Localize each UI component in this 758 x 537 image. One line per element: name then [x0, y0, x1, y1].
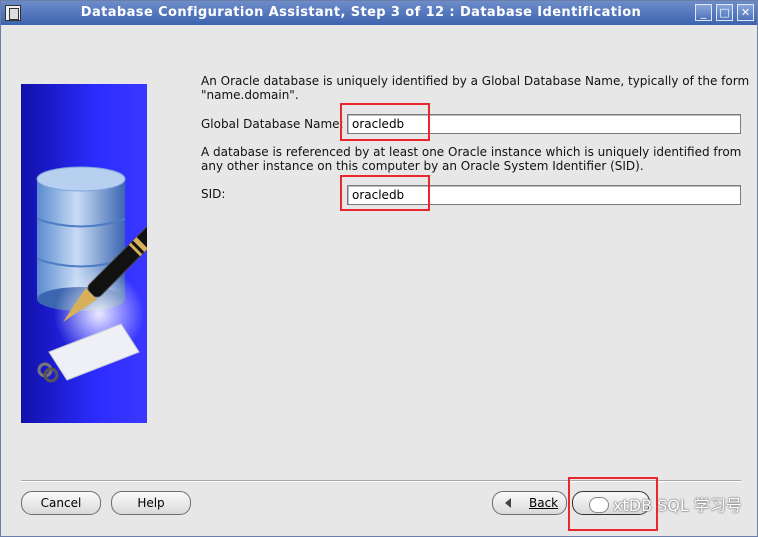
back-button-label: Back: [529, 496, 559, 510]
back-button[interactable]: Back: [492, 491, 567, 515]
sid-description-line-2: any other instance on this computer by a…: [201, 159, 644, 173]
maximize-button[interactable]: □: [716, 4, 733, 21]
minimize-button[interactable]: _: [695, 4, 712, 21]
sid-description-line-1: A database is referenced by at least one…: [201, 145, 742, 159]
dbca-window: Database Configuration Assistant, Step 3…: [0, 0, 758, 537]
highlight-box-sid: [340, 175, 430, 211]
description-line-1: An Oracle database is uniquely identifie…: [201, 74, 750, 88]
sid-label: SID:: [201, 187, 226, 201]
help-button[interactable]: Help: [111, 491, 191, 515]
database-illustration: [21, 84, 147, 423]
cancel-button[interactable]: Cancel: [21, 491, 101, 515]
global-db-name-label: Global Database Name:: [201, 117, 344, 131]
highlight-box-next: [568, 477, 658, 531]
description-line-2: "name.domain".: [201, 88, 299, 102]
database-pen-icon: [36, 166, 147, 383]
arrow-left-icon: [505, 498, 511, 508]
close-button[interactable]: ✕: [737, 4, 754, 21]
title-bar[interactable]: Database Configuration Assistant, Step 3…: [1, 1, 757, 25]
highlight-box-global-db-name: [340, 103, 430, 141]
window-title: Database Configuration Assistant, Step 3…: [80, 5, 642, 20]
